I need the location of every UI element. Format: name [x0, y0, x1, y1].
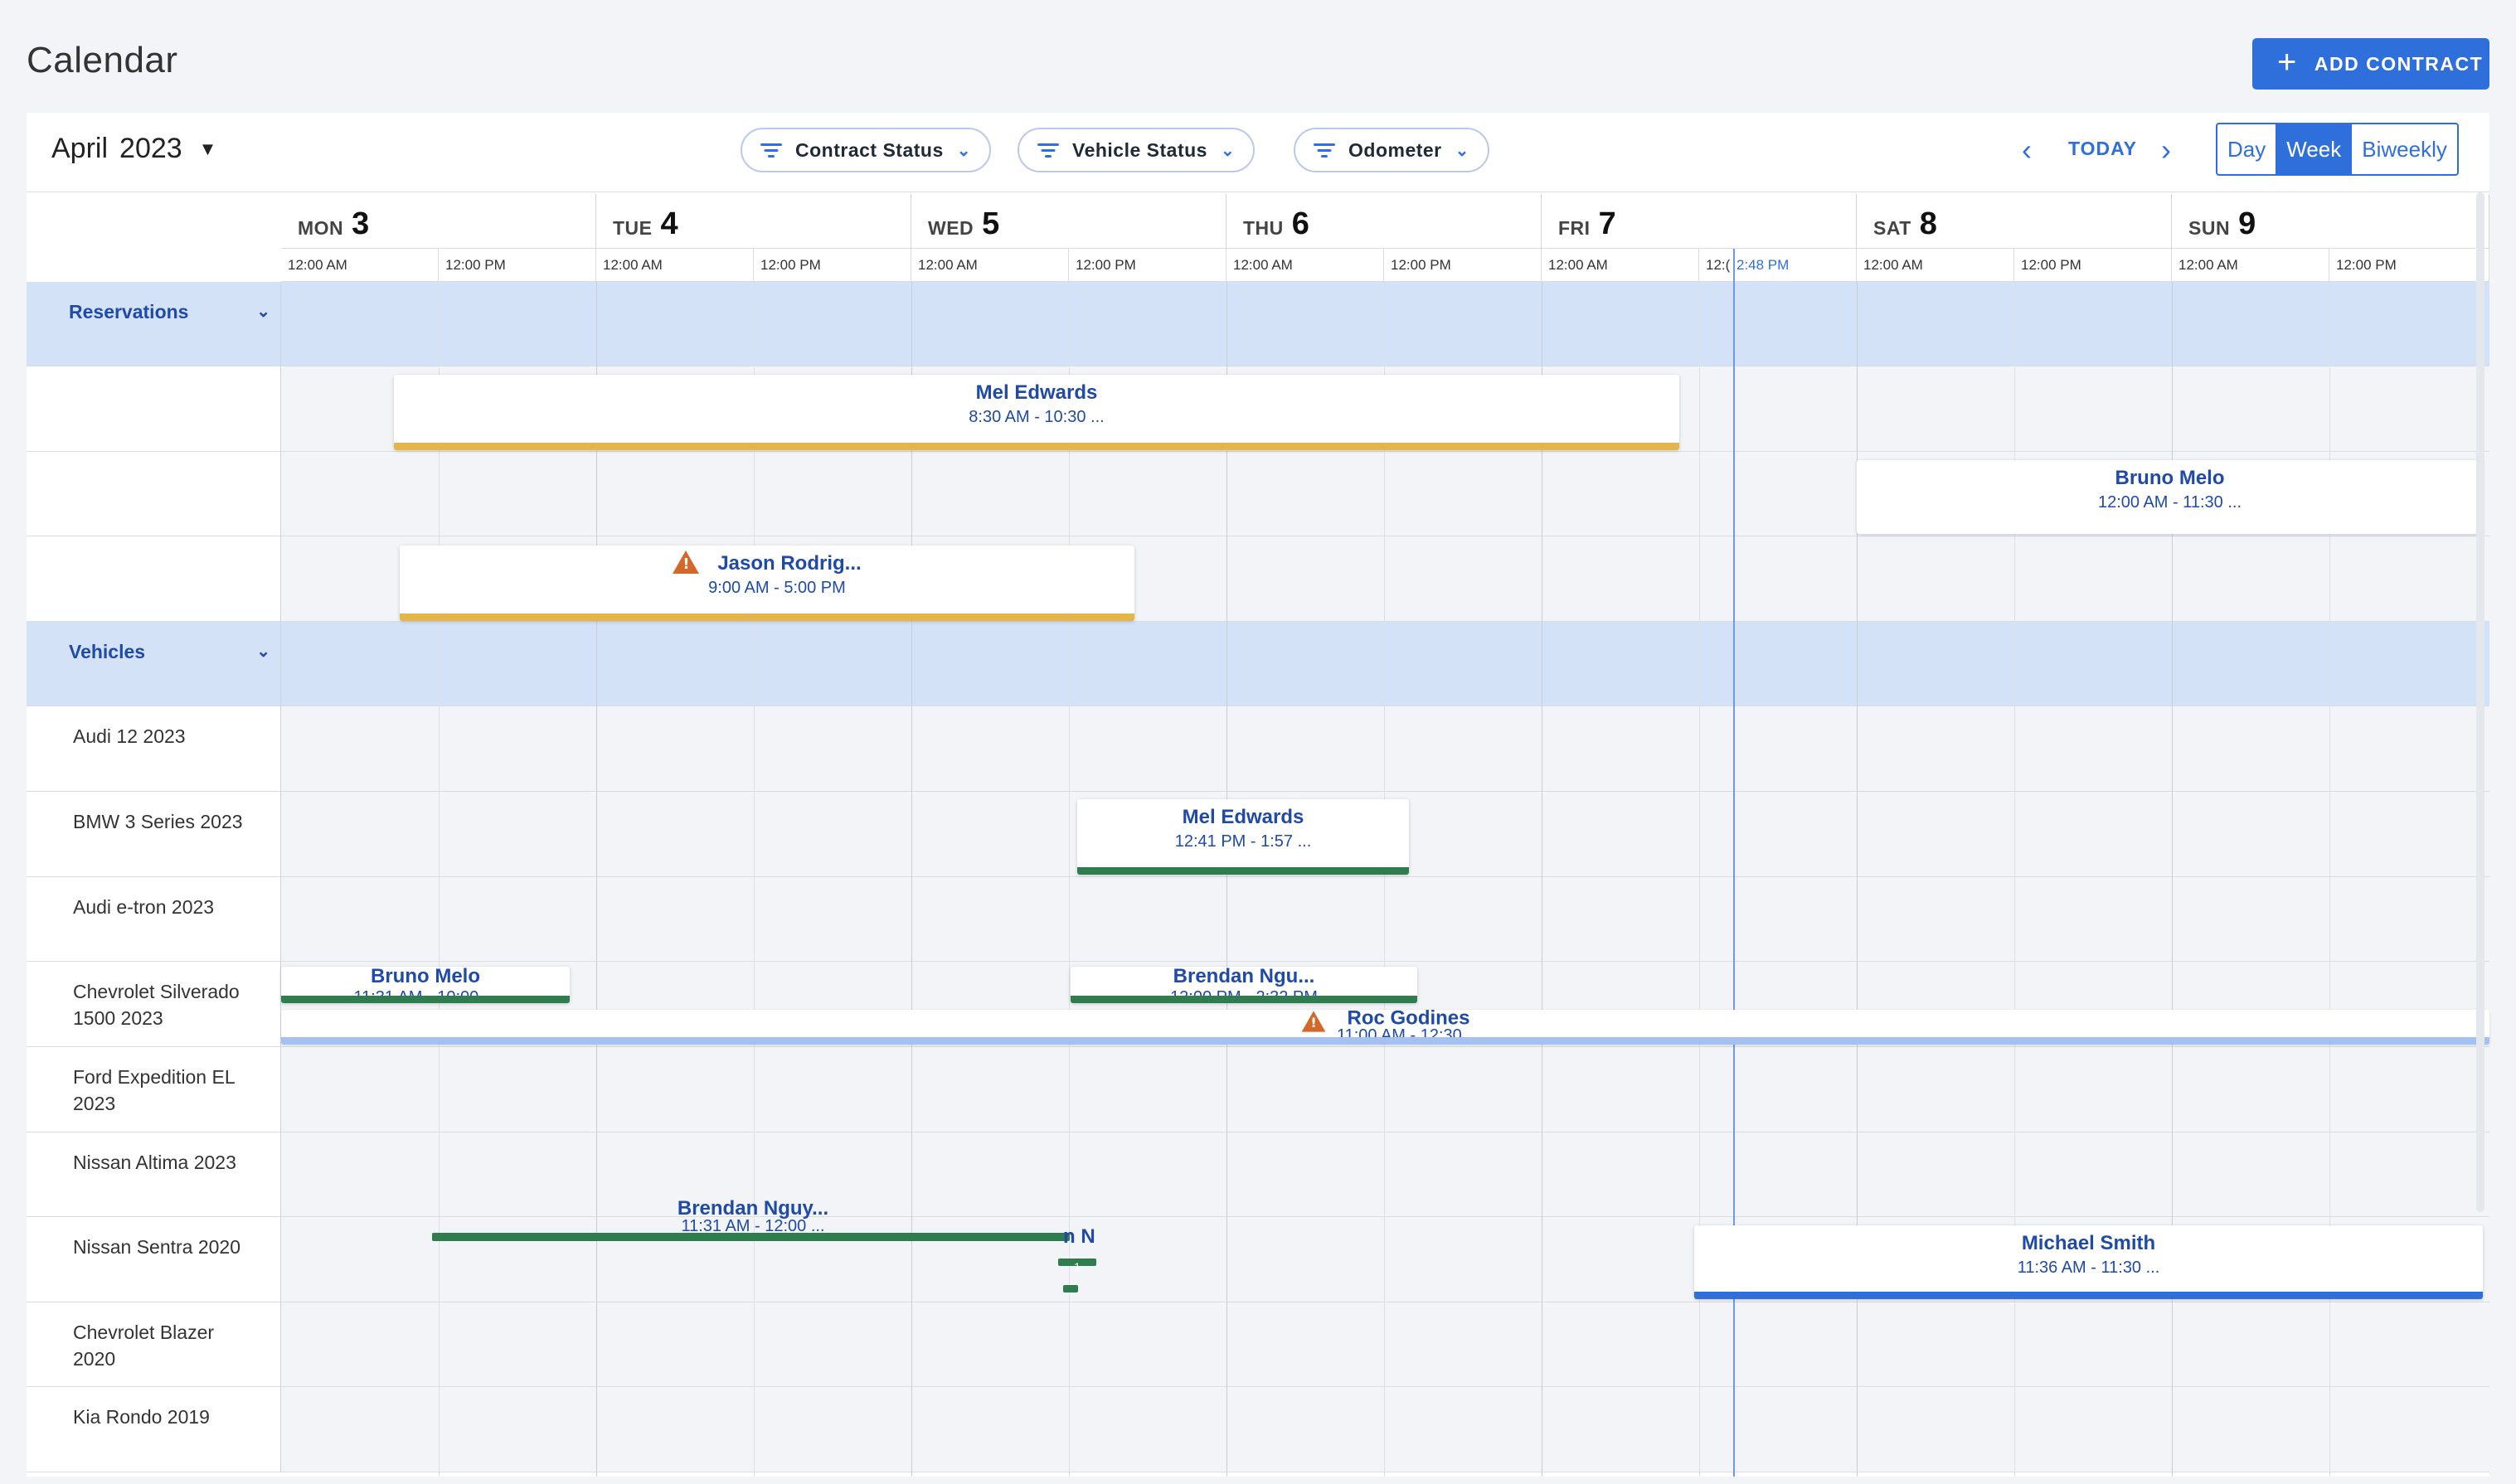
prev-week-chevron-icon[interactable]: ‹ — [2022, 133, 2032, 167]
chevron-down-icon[interactable]: ⌄ — [256, 638, 270, 665]
contract-event[interactable]: Michael Smith 11:36 AM - 11:30 ... — [1694, 1225, 2483, 1299]
time-label: 12:00 AM — [1542, 249, 1699, 282]
time-label: 12:00 PM — [2014, 249, 2172, 282]
view-biweekly-button[interactable]: Biweekly — [2352, 124, 2457, 174]
vehicle-label[interactable]: BMW 3 Series 2023 — [27, 792, 281, 876]
filter-icon — [1314, 142, 1335, 158]
reservation-event[interactable]: Bruno Melo 12:00 AM - 11:30 ... — [1857, 460, 2483, 534]
year-label: 2023 — [119, 133, 182, 164]
contract-event[interactable]: Bruno Melo 11:31 AM - 10:00 ... — [281, 967, 570, 1003]
day-header[interactable]: SAT 8 — [1857, 194, 2172, 249]
current-time-label: 2:48 PM — [1736, 257, 1790, 273]
vehicle-row: Kia Rondo 2019 — [27, 1387, 2489, 1472]
vehicle-row: Ford Expedition EL 2023 — [27, 1047, 2489, 1132]
day-header[interactable]: THU 6 — [1226, 194, 1542, 249]
vehicle-label[interactable]: Audi e-tron 2023 — [27, 877, 281, 961]
contract-event[interactable]: Brendan Ngu... 12:00 PM - 2:32 PM — [1071, 967, 1417, 1003]
contract-event[interactable]: Roc Godines 11:00 AM - 12:30 ... — [281, 1010, 2489, 1045]
status-bar — [1694, 1292, 2483, 1299]
filter-label: Contract Status — [795, 138, 944, 161]
reservation-event[interactable]: Mel Edwards 8:30 AM - 10:30 ... — [394, 375, 1679, 450]
time-label: 12:00 PM — [1384, 249, 1542, 282]
odometer-filter[interactable]: Odometer ⌄ — [1294, 128, 1489, 172]
status-bar — [281, 1037, 2489, 1045]
group-label: Reservations — [69, 301, 189, 323]
vehicles-group-header[interactable]: Vehicles ⌄ — [27, 622, 281, 706]
status-bar — [400, 613, 1134, 621]
calendar-toolbar: April 2023 ▼ Contract Status ⌄ Vehicle S… — [27, 113, 2489, 192]
filter-label: Odometer — [1348, 138, 1442, 161]
calendar-panel: April 2023 ▼ Contract Status ⌄ Vehicle S… — [27, 113, 2489, 1477]
month-picker[interactable]: April 2023 ▼ — [51, 133, 216, 165]
reservation-row — [27, 536, 2489, 622]
chevron-down-icon[interactable]: ⌄ — [256, 298, 270, 325]
contract-event[interactable]: Mel Edwards 12:41 PM - 1:57 ... — [1077, 799, 1409, 875]
reservation-event[interactable]: Jason Rodrig... 9:00 AM - 5:00 PM — [400, 546, 1134, 621]
time-label: 12:00 AM — [1226, 249, 1384, 282]
calendar-grid: Reservations ⌄ Vehicles ⌄ Audi 12 2023 B… — [27, 194, 2489, 1477]
time-label: 12:00 AM — [596, 249, 754, 282]
group-label: Vehicles — [69, 641, 146, 662]
contract-status-filter[interactable]: Contract Status ⌄ — [741, 128, 992, 172]
add-contract-label: ADD CONTRACT — [2314, 52, 2484, 75]
filter-icon — [1037, 142, 1059, 158]
status-bar — [1077, 867, 1409, 875]
contract-status-bar[interactable] — [1063, 1285, 1078, 1292]
warning-icon — [1302, 1011, 1326, 1032]
chevron-down-icon: ⌄ — [1455, 141, 1469, 160]
vehicle-status-filter[interactable]: Vehicle Status ⌄ — [1018, 128, 1256, 172]
view-day-button[interactable]: Day — [2217, 124, 2277, 174]
add-contract-button[interactable]: + ADD CONTRACT — [2252, 38, 2489, 90]
vehicles-group-row: Vehicles ⌄ — [27, 622, 2489, 706]
filter-label: Vehicle Status — [1072, 138, 1207, 161]
day-header[interactable]: MON 3 — [281, 194, 596, 249]
day-header[interactable]: WED 5 — [911, 194, 1226, 249]
page-title: Calendar — [27, 40, 178, 80]
vehicle-label[interactable]: Chevrolet Silverado 1500 2023 — [27, 962, 281, 1046]
vehicle-label[interactable]: Ford Expedition EL 2023 — [27, 1047, 281, 1132]
day-header[interactable]: SUN 9 — [2172, 194, 2489, 249]
vehicle-row: Audi 12 2023 — [27, 706, 2489, 792]
caret-down-icon: ▼ — [198, 138, 217, 159]
vehicle-row: Audi e-tron 2023 — [27, 877, 2489, 962]
contract-event-label[interactable]: Brendan Nguy... 11:31 AM - 12:00 ... — [670, 1197, 836, 1236]
time-label: 12:00 PM — [439, 249, 596, 282]
contract-event-label[interactable]: n N — [1063, 1225, 1108, 1249]
plus-icon: + — [2277, 44, 2298, 80]
vehicle-label[interactable]: Nissan Sentra 2020 — [27, 1217, 281, 1302]
vehicle-label[interactable]: Kia Rondo 2019 — [27, 1387, 281, 1472]
time-label: 12:00 PM — [754, 249, 911, 282]
next-week-chevron-icon[interactable]: › — [2161, 133, 2171, 167]
vehicle-row: Chevrolet Blazer 2020 — [27, 1302, 2489, 1387]
vehicle-label[interactable]: Audi 12 2023 — [27, 706, 281, 791]
time-label: 12:00 AM — [1857, 249, 2014, 282]
status-bar — [394, 443, 1679, 450]
time-label: 12:00 AM — [2172, 249, 2329, 282]
reservations-group-row: Reservations ⌄ — [27, 282, 2489, 366]
time-label: 12:00 AM — [911, 249, 1069, 282]
reservations-group-header[interactable]: Reservations ⌄ — [27, 282, 281, 366]
day-header[interactable]: TUE 4 — [596, 194, 911, 249]
status-bar — [1071, 996, 1417, 1003]
view-week-button[interactable]: Week — [2276, 124, 2353, 174]
vehicle-label[interactable]: Chevrolet Blazer 2020 — [27, 1302, 281, 1386]
today-button[interactable]: TODAY — [2068, 138, 2137, 160]
view-switcher: Day Week Biweekly — [2216, 123, 2459, 176]
day-header[interactable]: FRI 7 — [1542, 194, 1857, 249]
status-bar — [281, 996, 570, 1003]
month-label: April — [51, 133, 109, 164]
vertical-scrollbar[interactable] — [2476, 192, 2484, 1212]
vehicle-row: Nissan Altima 2023 — [27, 1132, 2489, 1217]
chevron-down-icon: ⌄ — [956, 141, 972, 160]
time-label: 12:00 PM — [1069, 249, 1226, 282]
vehicle-label[interactable]: Nissan Altima 2023 — [27, 1132, 281, 1216]
chevron-down-icon: ⌄ — [1220, 141, 1236, 160]
time-label: 12:00 AM — [281, 249, 439, 282]
filter-icon — [760, 142, 782, 158]
warning-icon — [673, 550, 700, 574]
time-label: 12:00 PM — [2329, 249, 2489, 282]
